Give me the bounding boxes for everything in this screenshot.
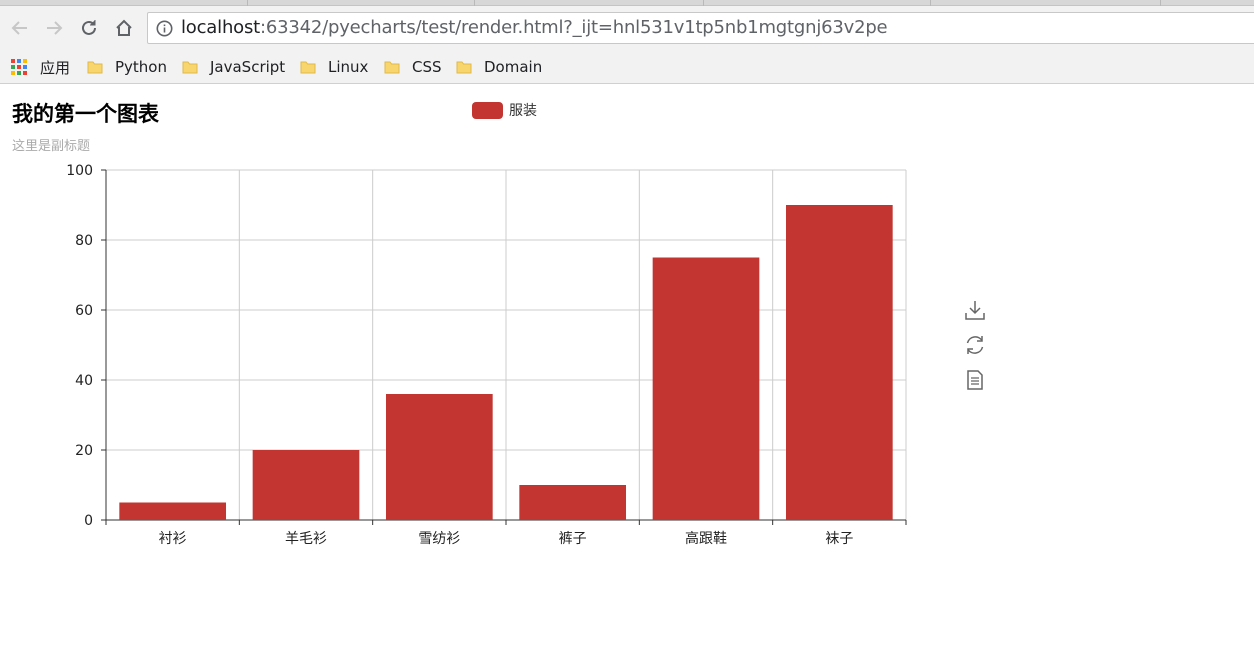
y-tick-label: 40 (75, 373, 93, 389)
x-tick-label: 衬衫 (159, 531, 187, 547)
document-icon (967, 370, 983, 390)
restore-button[interactable] (962, 332, 988, 358)
x-tick-label: 羊毛衫 (285, 531, 327, 547)
x-tick-label: 高跟鞋 (685, 530, 727, 547)
x-tick-label: 裤子 (559, 531, 587, 547)
bar[interactable] (252, 450, 360, 520)
bar[interactable] (786, 205, 893, 520)
save-as-image-button[interactable] (962, 297, 988, 323)
bar[interactable] (386, 394, 493, 520)
data-view-button[interactable] (962, 367, 988, 393)
download-icon (965, 301, 985, 320)
y-tick-label: 100 (66, 163, 93, 179)
y-tick-label: 20 (75, 443, 93, 459)
bar[interactable] (519, 485, 626, 520)
x-tick-label: 袜子 (825, 531, 853, 547)
y-tick-label: 0 (84, 513, 93, 529)
chart-toolbox (962, 297, 988, 402)
bar-chart: 0 20 40 60 80 100 衬衫 羊毛衫 雪纺衫 裤子 高跟鞋 袜子 (66, 163, 907, 547)
bar[interactable] (119, 502, 226, 521)
bar[interactable] (652, 257, 760, 521)
x-tick-label: 雪纺衫 (418, 531, 460, 547)
refresh-icon (966, 336, 984, 354)
y-tick-label: 60 (75, 303, 93, 319)
y-tick-label: 80 (75, 233, 93, 249)
